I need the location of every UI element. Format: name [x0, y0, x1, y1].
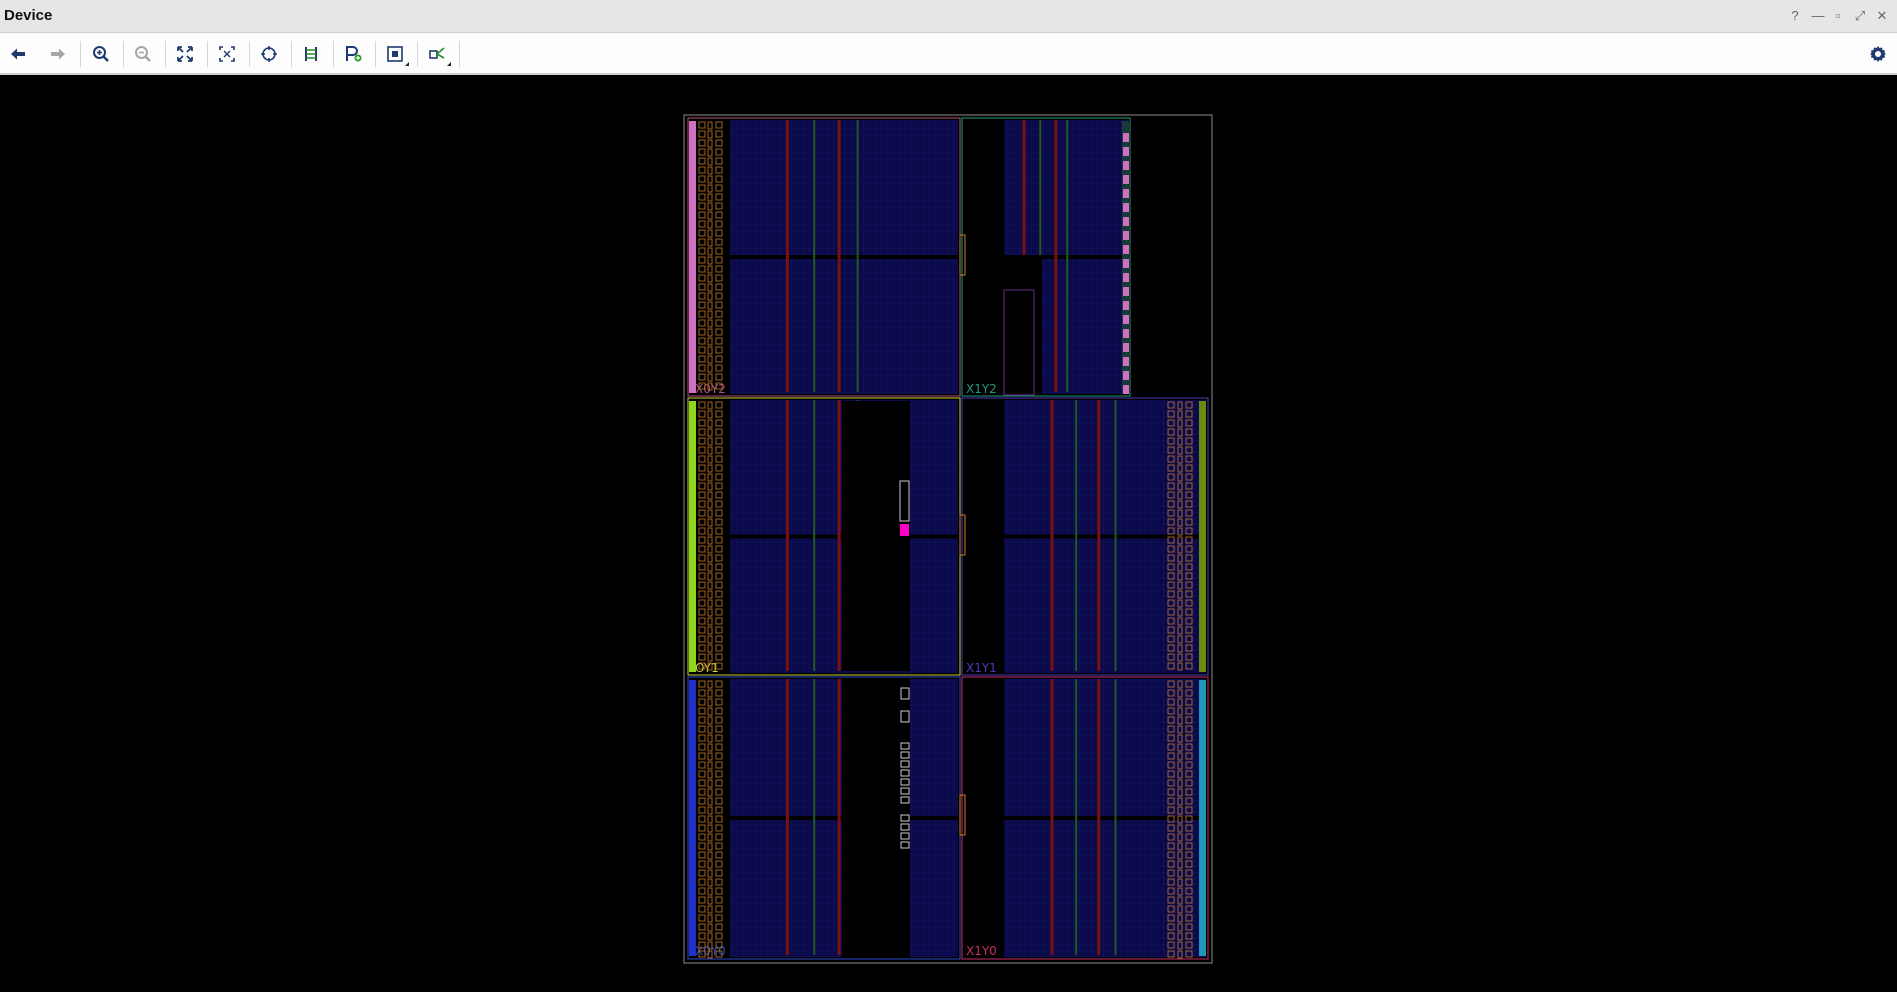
bram-column	[813, 400, 816, 671]
io-tile	[1123, 231, 1129, 240]
select-area-icon[interactable]	[383, 42, 409, 66]
bram-column	[1075, 400, 1078, 671]
clock-region-label: X1Y0	[966, 944, 997, 958]
toolbar-separator	[80, 41, 81, 67]
dsp-column	[1097, 679, 1101, 955]
window-title: Device	[4, 7, 53, 24]
bram-column	[1066, 120, 1069, 392]
clock-region-label: OY1	[695, 661, 719, 675]
dsp-column	[785, 679, 789, 955]
create-pblock-icon[interactable]	[341, 42, 365, 66]
close-icon[interactable]: ✕	[1874, 8, 1890, 24]
hard-block-area	[842, 679, 910, 957]
dsp-column	[1097, 400, 1101, 671]
io-bank-column	[689, 680, 696, 956]
dsp-column	[785, 120, 789, 392]
dsp-column	[837, 679, 841, 955]
io-tile	[1123, 245, 1129, 254]
region-row-divider	[964, 534, 1206, 539]
dsp-column	[1050, 400, 1054, 671]
toolbar-separator	[291, 41, 292, 67]
io-tile	[1123, 217, 1129, 226]
zoom-out-icon[interactable]	[131, 42, 155, 66]
io-tile	[1123, 343, 1129, 352]
toolbar-separator	[165, 41, 166, 67]
placed-cell-selected	[900, 524, 909, 536]
toolbar-separator	[123, 41, 124, 67]
bram-column	[813, 120, 816, 392]
region-row-divider	[690, 816, 958, 820]
io-tile	[1123, 273, 1129, 282]
bram-column	[1075, 679, 1078, 955]
clock-region-label: X1Y2	[966, 382, 997, 396]
io-tile	[1123, 133, 1129, 142]
toolbar-separator	[249, 41, 250, 67]
restore-icon[interactable]: ▫	[1830, 8, 1846, 24]
toolbar-separator	[417, 41, 418, 67]
io-tile	[1123, 147, 1129, 156]
region-row-divider	[690, 255, 958, 259]
dsp-column	[1054, 120, 1058, 392]
io-tile	[1123, 315, 1129, 324]
zoom-in-icon[interactable]	[89, 42, 113, 66]
io-bank-column	[689, 121, 696, 393]
bram-column	[813, 679, 816, 955]
window-title-bar: Device ? — ▫ ⤢ ✕	[0, 0, 1897, 33]
bram-column	[856, 120, 859, 392]
io-tile	[1123, 357, 1129, 366]
dsp-column	[785, 400, 789, 671]
io-bank-column	[689, 401, 696, 672]
minimize-icon[interactable]: —	[1810, 8, 1826, 24]
io-tile	[1123, 175, 1129, 184]
bram-column	[1114, 679, 1117, 955]
io-bank-column	[1199, 680, 1206, 956]
region-row-divider	[690, 534, 958, 539]
zoom-to-selected-icon[interactable]	[215, 42, 239, 66]
gear-icon[interactable]	[1866, 42, 1890, 66]
autofit-selection-icon[interactable]	[257, 42, 281, 66]
toolbar-separator	[207, 41, 208, 67]
io-tile	[1123, 329, 1129, 338]
toolbar-separator	[459, 41, 460, 67]
io-tile	[1123, 287, 1129, 296]
dsp-column	[837, 120, 841, 392]
io-tile	[1123, 385, 1129, 394]
dsp-column	[837, 400, 841, 671]
maximize-icon[interactable]: ⤢	[1852, 8, 1868, 24]
io-tile	[1123, 371, 1129, 380]
forward-arrow-icon[interactable]	[46, 42, 70, 66]
device-toolbar	[0, 33, 1897, 75]
toolbar-separator	[375, 41, 376, 67]
io-bank-column	[1199, 401, 1206, 672]
show-connectivity-icon[interactable]	[425, 42, 451, 66]
routing-resources-icon[interactable]	[299, 42, 323, 66]
back-arrow-icon[interactable]	[6, 42, 30, 66]
hard-block-area	[1002, 255, 1042, 395]
clock-region-label: X1Y1	[966, 661, 997, 675]
io-tile	[1123, 161, 1129, 170]
io-tile	[1123, 189, 1129, 198]
toolbar-separator	[333, 41, 334, 67]
io-tile	[1123, 301, 1129, 310]
io-tile	[1123, 203, 1129, 212]
zoom-fit-icon[interactable]	[173, 42, 197, 66]
io-tile	[1123, 259, 1129, 268]
device-view[interactable]: X0Y2 X1Y2OY1 X1Y1X0Y0 X1Y0	[0, 75, 1897, 992]
bram-column	[1114, 400, 1117, 671]
region-row-divider	[964, 255, 1128, 259]
help-icon[interactable]: ?	[1787, 8, 1803, 24]
region-row-divider	[964, 816, 1206, 820]
dsp-column	[1050, 679, 1054, 955]
device-canvas[interactable]: X0Y2 X1Y2 OY1 X1Y1 X0Y0 X1Y0	[0, 75, 1897, 992]
hard-block-area	[842, 401, 910, 671]
